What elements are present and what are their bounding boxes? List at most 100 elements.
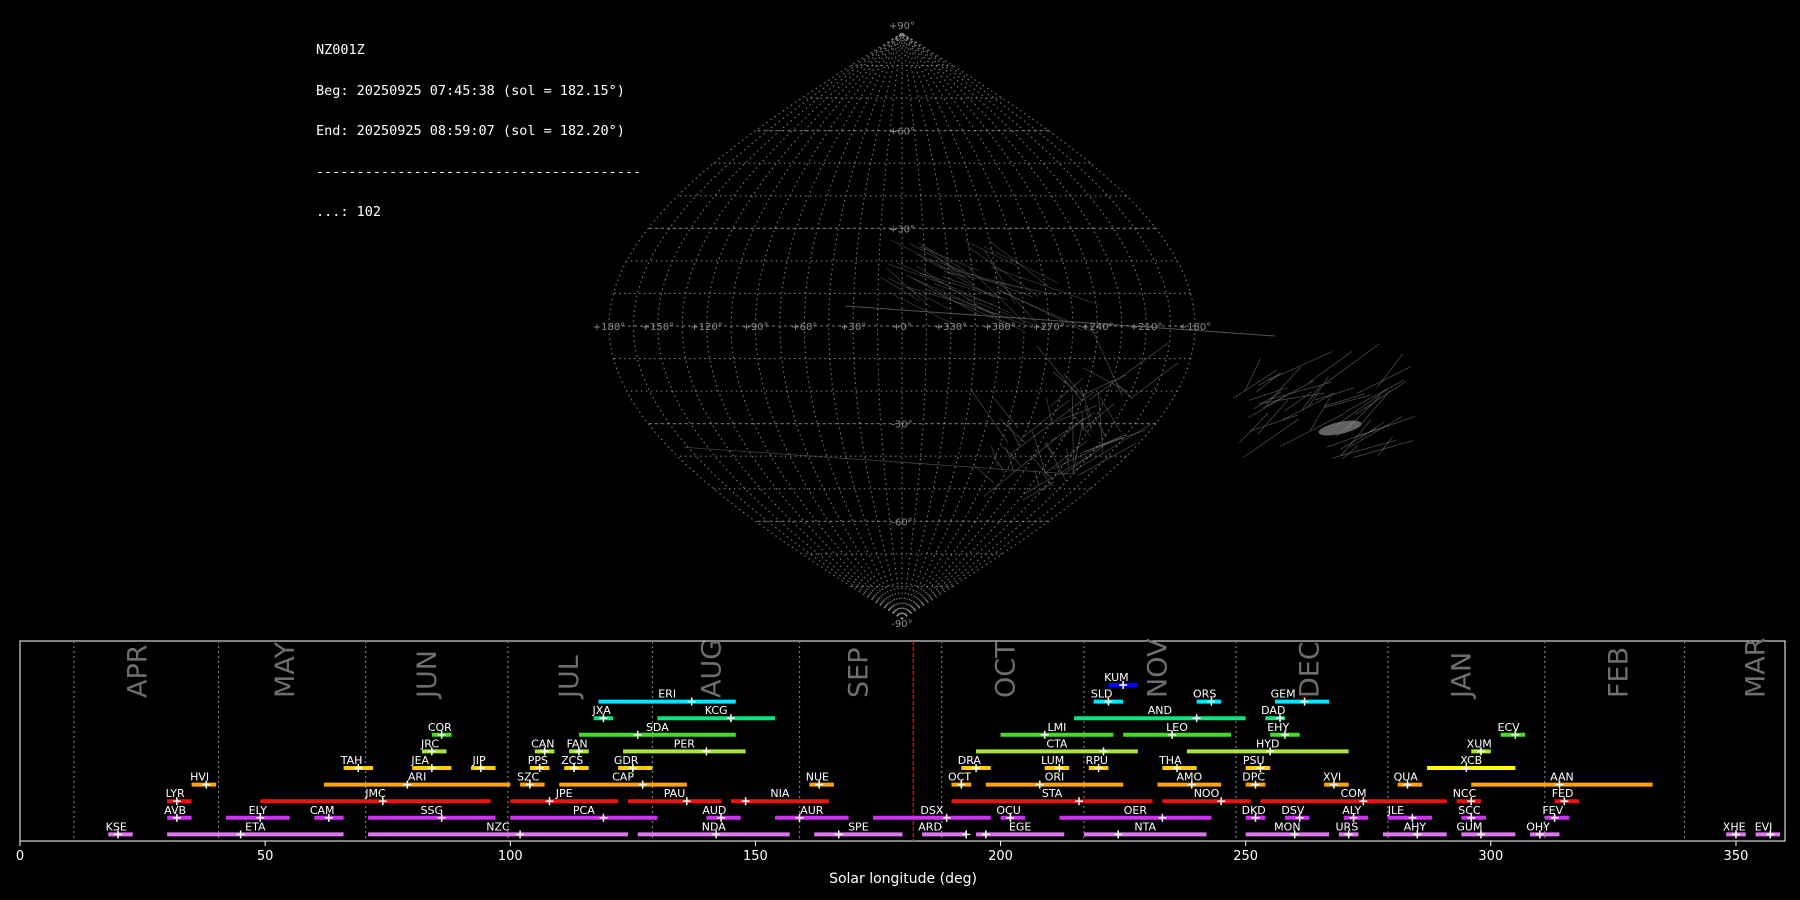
x-tick-label: 300 (1478, 849, 1503, 864)
shower-szc: SZC (517, 771, 545, 789)
shower-hyd: HYD (1186, 737, 1349, 756)
shower-dpc: DPC (1242, 771, 1265, 789)
shower-code-label: MON (1274, 820, 1300, 833)
shower-eri: ERI (598, 688, 736, 706)
shower-dsv: DSV (1281, 804, 1310, 822)
shower-code-label: TAH (340, 754, 363, 767)
timeline-frame (19, 640, 1786, 842)
meteor-track (939, 266, 1020, 288)
shower-nda: NDA (637, 820, 790, 839)
meteor-track (999, 418, 1025, 443)
shower-aur: AUR (775, 804, 849, 822)
shower-code-label: EGE (1009, 820, 1031, 833)
shower-kcg: KCG (657, 704, 776, 723)
shower-code-label: OCT (948, 771, 971, 784)
shower-pau: PAU (627, 787, 722, 806)
month-label: SEP (843, 648, 874, 698)
shower-dkd: DKD (1242, 804, 1266, 822)
month-label: AUG (696, 639, 727, 698)
shower-code-label: SPE (848, 820, 869, 833)
shower-cta: CTA (976, 737, 1138, 756)
shower-ard: ARD (918, 820, 971, 839)
meteor-track (1356, 366, 1412, 394)
shower-code-label: SDA (646, 721, 669, 734)
shower-scc: SCC (1458, 804, 1486, 822)
shower-kse: KSE (106, 820, 133, 839)
shower-ahy: AHY (1382, 820, 1447, 839)
shower-code-label: AAN (1550, 771, 1574, 784)
shower-xhe: XHE (1723, 820, 1746, 839)
meteor-track (1044, 475, 1054, 487)
shower-jmc: JMC (260, 787, 491, 806)
shower-code-label: OHY (1526, 820, 1550, 833)
lon-tick-label: +300° (983, 322, 1015, 333)
meteor-track (1030, 455, 1054, 481)
meteor-track (997, 461, 1005, 474)
shower-code-label: NTA (1134, 820, 1156, 833)
shower-code-label: AUD (702, 804, 726, 817)
shower-cap: CAP (559, 771, 687, 789)
meteor-track (990, 266, 1099, 305)
shower-pps: PPS (528, 754, 550, 772)
shower-dra: DRA (958, 754, 991, 772)
shower-psu: PSU (1243, 754, 1271, 772)
shower-code-label: ARD (918, 820, 942, 833)
shower-code-label: GDR (614, 754, 639, 767)
shower-and: AND (1074, 704, 1246, 723)
month-label: JAN (1446, 652, 1477, 700)
shower-lum: LUM (1041, 754, 1070, 772)
x-tick-label: 50 (257, 849, 274, 864)
month-boundaries (73, 641, 1686, 841)
shower-code-label: URS (1336, 820, 1359, 833)
x-tick-label: 150 (743, 849, 768, 864)
meteor-track (1006, 421, 1020, 445)
shower-code-label: ELY (249, 804, 268, 817)
shower-code-label: SZC (517, 771, 540, 784)
shower-code-label: HVI (190, 771, 209, 784)
shower-code-label: KSE (106, 820, 127, 833)
shower-code-label: PAU (664, 787, 686, 800)
shower-code-label: LUM (1041, 754, 1064, 767)
lon-tick-label: +180° (1179, 322, 1211, 333)
meteor-track (1052, 434, 1125, 470)
shower-can: CAN (531, 737, 555, 756)
shower-sda: SDA (578, 721, 736, 739)
meteor-track (1081, 411, 1084, 432)
shower-ori: ORI (985, 771, 1124, 789)
shower-per: PER (623, 737, 746, 756)
shower-nia: NIA (730, 787, 829, 806)
shower-jle: JLE (1387, 804, 1432, 822)
shower-rpu: RPU (1086, 754, 1109, 772)
meteor-track (1256, 373, 1281, 393)
shower-code-label: JPE (555, 787, 573, 800)
meteor-track (929, 258, 1034, 298)
shower-code-label: AVB (164, 804, 186, 817)
shower-mon: MON (1245, 820, 1330, 839)
shower-jea: JEA (410, 754, 452, 772)
shower-lyr: LYR (166, 787, 192, 806)
shower-kum: KUM (1104, 671, 1138, 689)
lon-tick-label: +270° (1032, 322, 1064, 333)
meteor-track (1063, 373, 1085, 398)
shower-code-label: FED (1552, 787, 1574, 800)
shower-aan: AAN (1471, 771, 1653, 789)
month-label: MAR (1741, 637, 1772, 698)
shower-urs: URS (1336, 820, 1359, 839)
x-tick-label: 350 (1724, 849, 1749, 864)
shower-hvi: HVI (190, 771, 217, 789)
shower-ors: ORS (1193, 688, 1222, 706)
shower-leo: LEO (1123, 721, 1231, 739)
lat-tick-label: -90° (891, 619, 912, 630)
x-tick-label: 100 (498, 849, 523, 864)
shower-code-label: NIA (770, 787, 789, 800)
meteor-track (1257, 399, 1289, 435)
shower-code-label: DSX (920, 804, 943, 817)
shower-code-label: EVI (1755, 820, 1773, 833)
shower-code-label: LMI (1048, 721, 1067, 734)
lon-tick-label: +180° (593, 322, 625, 333)
shower-code-label: FEV (1542, 804, 1563, 817)
meteor-track (1022, 454, 1092, 495)
month-label: JUL (554, 655, 585, 700)
shower-nue: NUE (806, 771, 834, 789)
shower-code-label: LYR (166, 787, 185, 800)
